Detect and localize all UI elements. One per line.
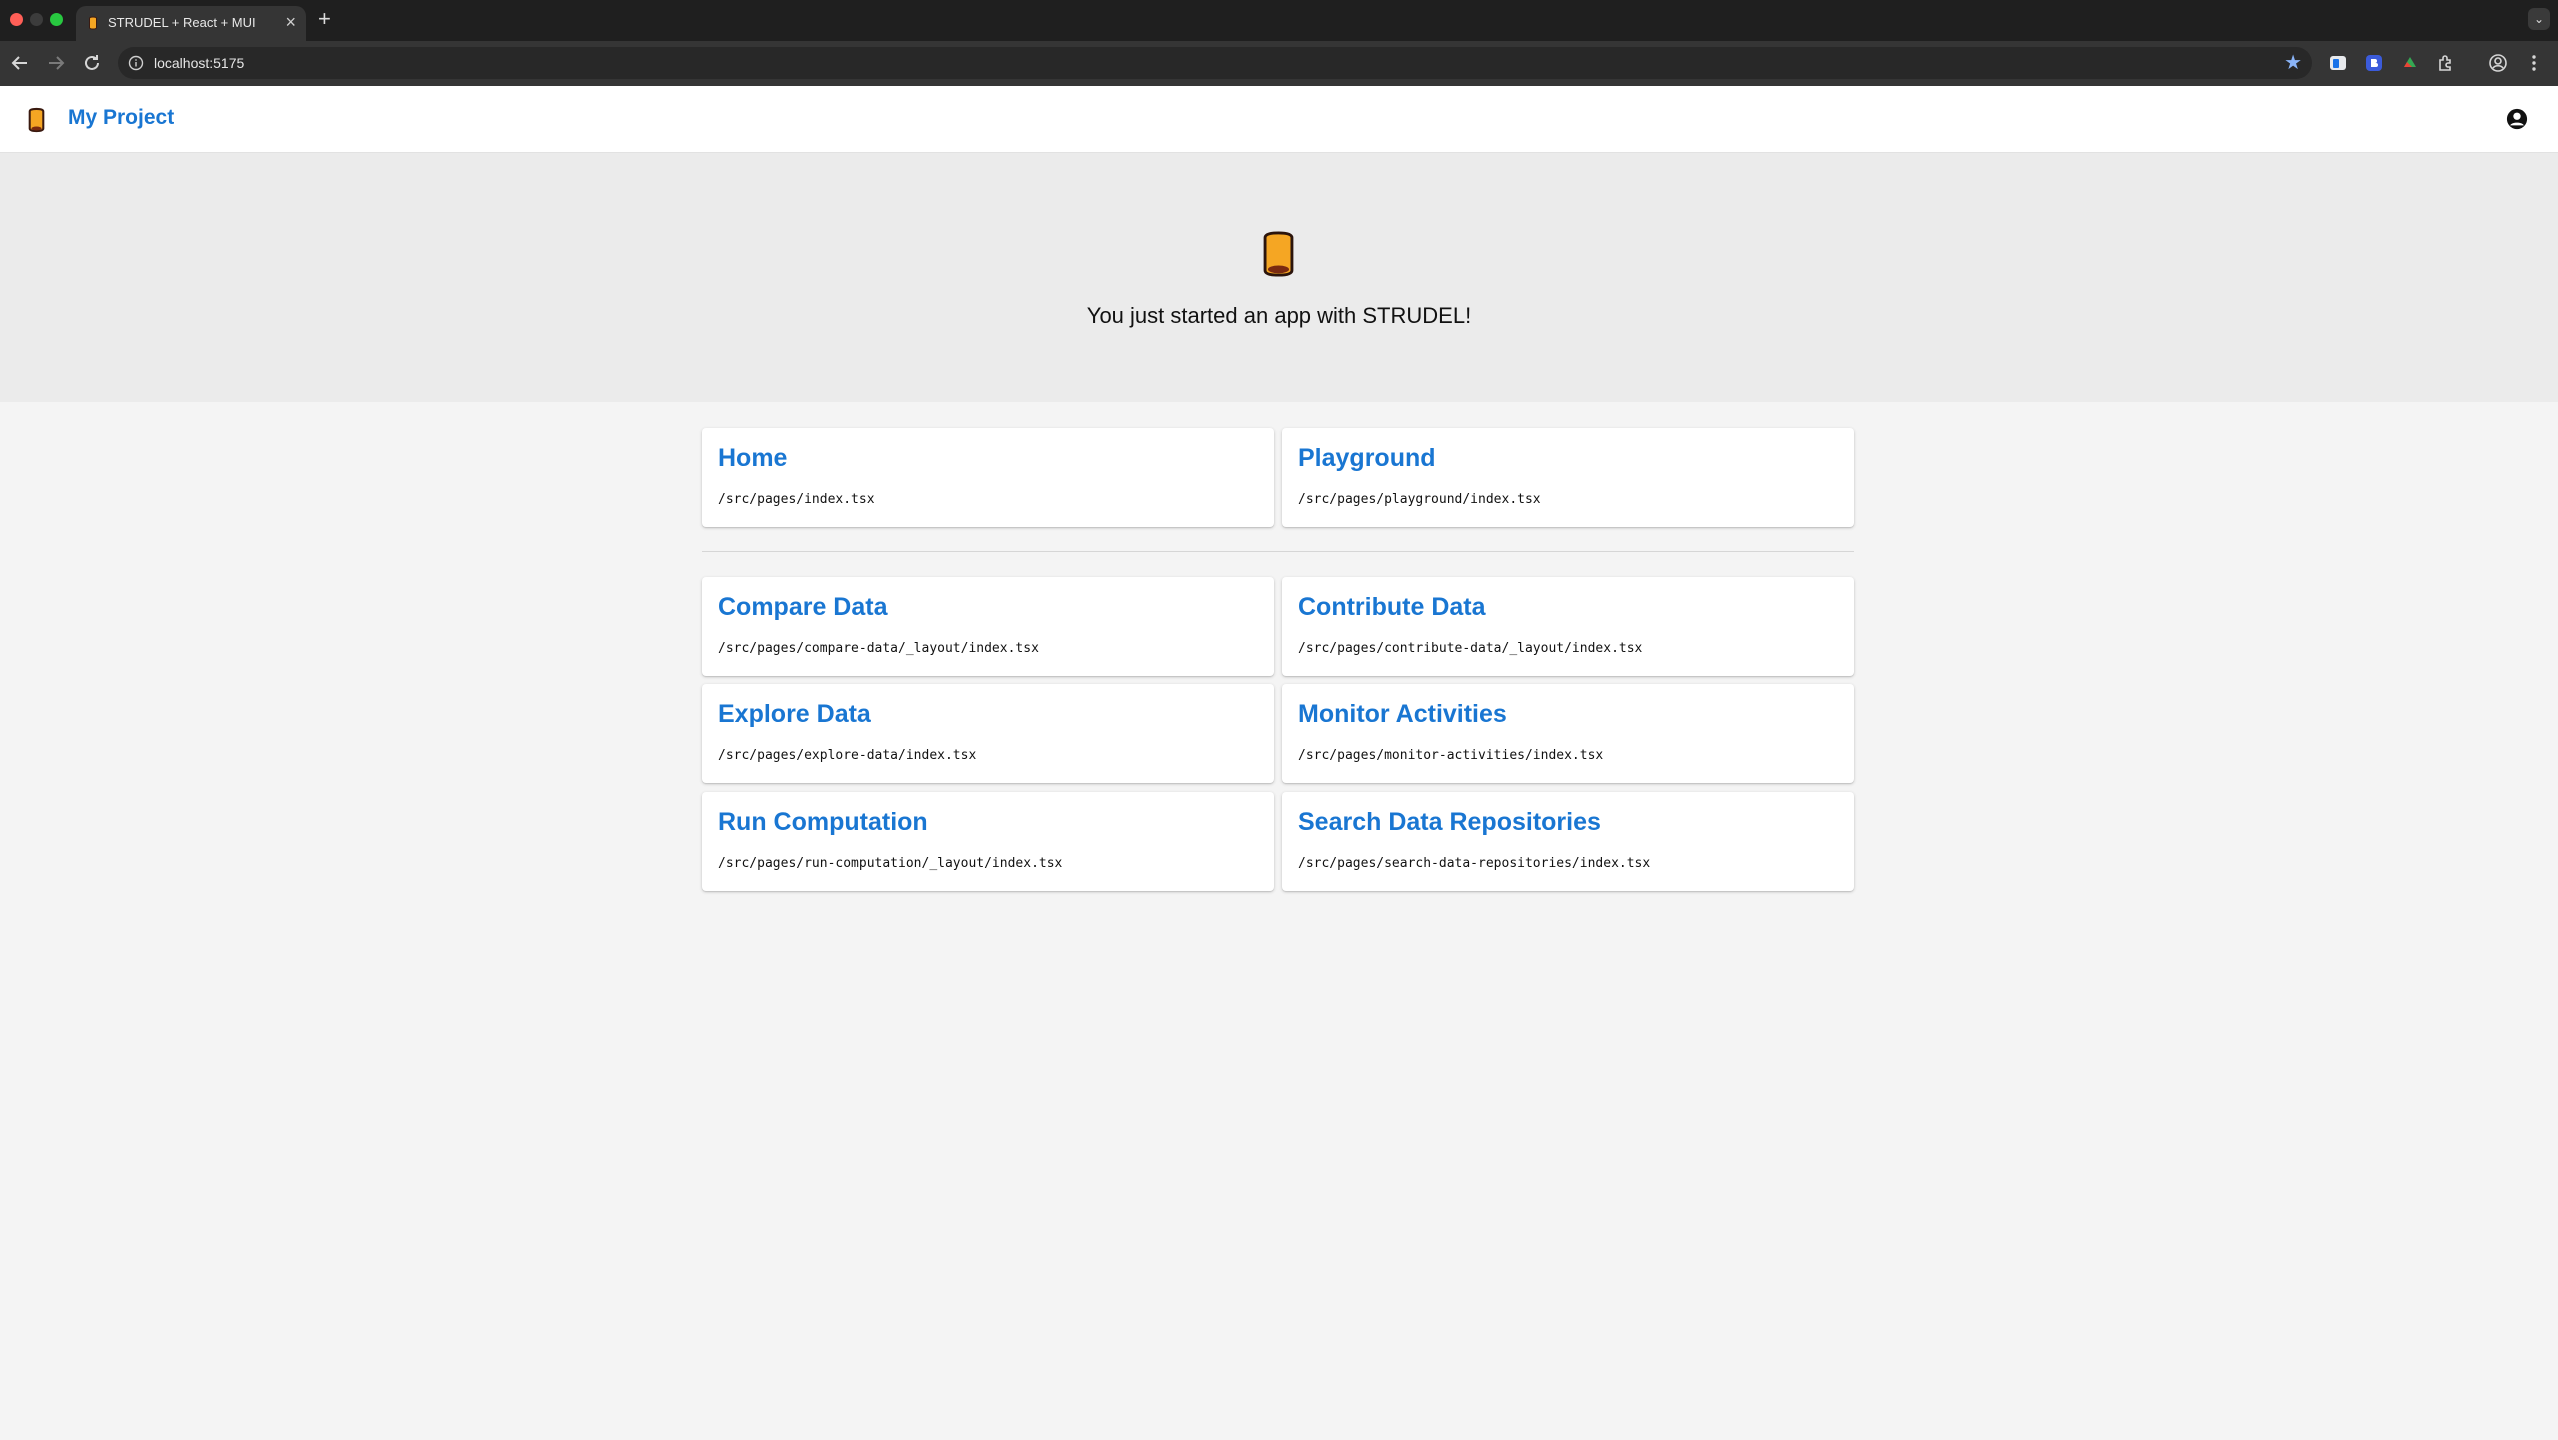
address-bar[interactable]: localhost:5175 ★ bbox=[118, 47, 2312, 79]
page-card-contribute-data[interactable]: Contribute Data /src/pages/contribute-da… bbox=[1282, 577, 1854, 676]
account-circle-icon[interactable] bbox=[2506, 108, 2528, 130]
forward-arrow-icon[interactable] bbox=[44, 51, 68, 75]
page-card-playground[interactable]: Playground /src/pages/playground/index.t… bbox=[1282, 428, 1854, 527]
card-path: /src/pages/contribute-data/_layout/index… bbox=[1298, 641, 1643, 656]
page-card-home[interactable]: Home /src/pages/index.tsx bbox=[702, 428, 1274, 527]
card-path: /src/pages/explore-data/index.tsx bbox=[718, 748, 977, 763]
app-title[interactable]: My Project bbox=[68, 106, 174, 130]
page-card-monitor-activities[interactable]: Monitor Activities /src/pages/monitor-ac… bbox=[1282, 684, 1854, 783]
url-text[interactable]: localhost:5175 bbox=[154, 55, 244, 71]
tab-close-icon[interactable]: × bbox=[285, 12, 296, 32]
card-title[interactable]: Playground bbox=[1298, 444, 1436, 473]
strudel-logo-icon[interactable] bbox=[28, 107, 45, 133]
profile-icon[interactable] bbox=[2488, 53, 2508, 73]
tab-title: STRUDEL + React + MUI bbox=[108, 15, 256, 30]
card-title[interactable]: Run Computation bbox=[718, 808, 928, 837]
card-title[interactable]: Contribute Data bbox=[1298, 593, 1486, 622]
card-path: /src/pages/monitor-activities/index.tsx bbox=[1298, 748, 1604, 763]
color-extension-icon[interactable] bbox=[2400, 53, 2420, 73]
page-card-run-computation[interactable]: Run Computation /src/pages/run-computati… bbox=[702, 792, 1274, 891]
puzzle-icon[interactable] bbox=[2436, 53, 2456, 73]
page-card-compare-data[interactable]: Compare Data /src/pages/compare-data/_la… bbox=[702, 577, 1274, 676]
card-path: /src/pages/run-computation/_layout/index… bbox=[718, 856, 1063, 871]
strudel-hero-logo-icon bbox=[1263, 231, 1294, 277]
reload-icon[interactable] bbox=[80, 51, 104, 75]
hero-section: You just started an app with STRUDEL! bbox=[0, 153, 2558, 402]
extension-icon[interactable] bbox=[2328, 53, 2348, 73]
card-title[interactable]: Home bbox=[718, 444, 787, 473]
section-divider bbox=[702, 551, 1854, 552]
maximize-window-button[interactable] bbox=[50, 13, 63, 26]
app-header: My Project bbox=[0, 86, 2558, 153]
tab-search-button[interactable]: ⌄ bbox=[2528, 8, 2550, 30]
kebab-menu-icon[interactable] bbox=[2524, 53, 2544, 73]
bookmark-star-icon[interactable]: ★ bbox=[2284, 52, 2302, 74]
browser-tab-bar: STRUDEL + React + MUI × + ⌄ bbox=[0, 0, 2558, 41]
browser-tab[interactable]: STRUDEL + React + MUI × bbox=[76, 6, 306, 41]
card-path: /src/pages/playground/index.tsx bbox=[1298, 492, 1541, 507]
browser-toolbar: localhost:5175 ★ bbox=[0, 41, 2558, 86]
page-card-search-data-repositories[interactable]: Search Data Repositories /src/pages/sear… bbox=[1282, 792, 1854, 891]
card-title[interactable]: Explore Data bbox=[718, 700, 871, 729]
card-path: /src/pages/compare-data/_layout/index.ts… bbox=[718, 641, 1039, 656]
minimize-window-button[interactable] bbox=[30, 13, 43, 26]
card-title[interactable]: Compare Data bbox=[718, 593, 888, 622]
card-title[interactable]: Monitor Activities bbox=[1298, 700, 1507, 729]
hero-message: You just started an app with STRUDEL! bbox=[1086, 303, 1472, 328]
close-window-button[interactable] bbox=[10, 13, 23, 26]
site-info-icon[interactable] bbox=[128, 55, 144, 71]
new-tab-button[interactable]: + bbox=[318, 6, 331, 32]
card-path: /src/pages/search-data-repositories/inde… bbox=[1298, 856, 1651, 871]
strudel-favicon-icon bbox=[89, 16, 97, 30]
back-arrow-icon[interactable] bbox=[8, 51, 32, 75]
shield-extension-icon[interactable] bbox=[2364, 53, 2384, 73]
card-title[interactable]: Search Data Repositories bbox=[1298, 808, 1601, 837]
page-card-explore-data[interactable]: Explore Data /src/pages/explore-data/ind… bbox=[702, 684, 1274, 783]
card-path: /src/pages/index.tsx bbox=[718, 492, 875, 507]
